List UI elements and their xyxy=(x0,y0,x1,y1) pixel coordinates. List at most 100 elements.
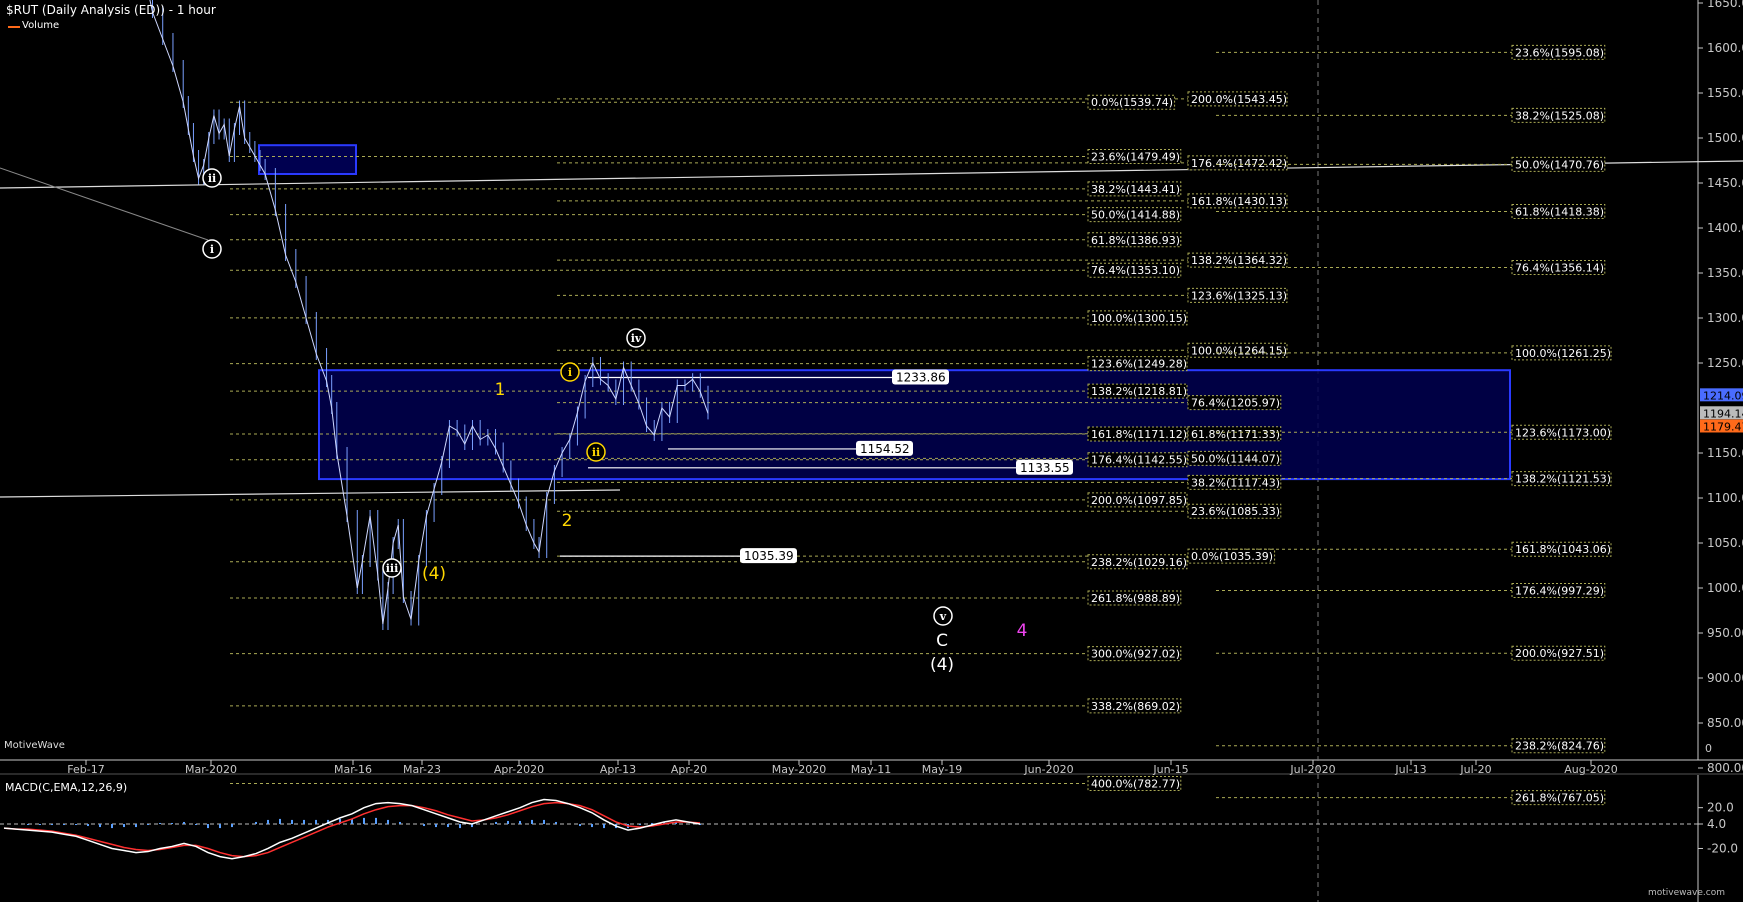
fib-level-label: 123.6%(1325.13) xyxy=(1191,289,1287,302)
x-axis-tick-label: May-2020 xyxy=(772,763,827,776)
y-axis-tick-label: 1100.00 xyxy=(1707,491,1743,505)
fib-level-label: 38.2%(1443.41) xyxy=(1091,183,1180,196)
y-axis-tick-label: 1050.00 xyxy=(1707,536,1743,550)
wave-label: iv xyxy=(631,332,642,345)
x-axis-tick-label: Apr-13 xyxy=(600,763,636,776)
fib-level-label: 161.8%(1171.12) xyxy=(1091,428,1187,441)
trend-line-diagonal xyxy=(0,167,209,241)
wave-label: (4) xyxy=(930,655,954,675)
y-axis-tick-label: 950.00 xyxy=(1707,626,1743,640)
x-axis-tick-label: May-19 xyxy=(922,763,963,776)
fib-level-label: 261.8%(767.05) xyxy=(1515,792,1604,805)
x-axis-tick-label: Apr-20 xyxy=(671,763,707,776)
fib-level-label: 338.2%(869.02) xyxy=(1091,700,1180,713)
fib-level-label: 76.4%(1205.97) xyxy=(1191,397,1280,410)
fib-level-label: 161.8%(1430.13) xyxy=(1191,195,1287,208)
wave-label: C xyxy=(936,631,948,651)
x-axis-tick-label: Jun-2020 xyxy=(1023,763,1073,776)
price-marker-label: 1194.14 xyxy=(1703,407,1743,420)
chart-stage: 1950.001850.001800.001750.001700.001650.… xyxy=(0,0,1743,902)
price-line xyxy=(149,0,709,625)
fib-level-label: 176.4%(1142.55) xyxy=(1091,454,1187,467)
y-axis-tick-label: 1350.00 xyxy=(1707,266,1743,280)
y-axis-tick-label: 850.00 xyxy=(1707,716,1743,730)
fib-level-label: 23.6%(1479.49) xyxy=(1091,150,1180,163)
y-axis-tick-label: 1400.00 xyxy=(1707,221,1743,235)
fib-level-label: 76.4%(1353.10) xyxy=(1091,264,1180,277)
wave-label: iii xyxy=(386,562,399,575)
y-axis-tick-label: 1450.00 xyxy=(1707,176,1743,190)
level-callout-label: 1133.55 xyxy=(1020,461,1070,475)
volume-legend-swatch xyxy=(8,26,20,28)
macd-title: MACD(C,EMA,12,26,9) xyxy=(5,781,127,794)
watermark-right: motivewave.com xyxy=(1648,888,1725,898)
fib-level-label: 200.0%(927.51) xyxy=(1515,647,1604,660)
fib-level-label: 61.8%(1418.38) xyxy=(1515,205,1604,218)
fib-level-label: 238.2%(824.76) xyxy=(1515,740,1604,753)
fib-level-label: 50.0%(1144.07) xyxy=(1191,452,1280,465)
wave-label: i xyxy=(210,243,214,256)
y-axis-tick-label: 1650.00 xyxy=(1707,0,1743,10)
x-axis-tick-label: Jul-2020 xyxy=(1289,763,1335,776)
fib-level-label: 238.2%(1029.16) xyxy=(1091,556,1187,569)
x-axis-tick-label: Apr-2020 xyxy=(494,763,544,776)
fib-level-label: 61.8%(1171.33) xyxy=(1191,428,1280,441)
macd-y-tick-label: 20.0 xyxy=(1707,801,1734,815)
fib-level-label: 23.6%(1085.33) xyxy=(1191,505,1280,518)
fib-level-label: 176.4%(1472.42) xyxy=(1191,157,1287,170)
fib-level-label: 50.0%(1414.88) xyxy=(1091,209,1180,222)
wave-label: 1 xyxy=(495,380,506,400)
fib-level-label: 300.0%(927.02) xyxy=(1091,648,1180,661)
y-axis-tick-label: 1300.00 xyxy=(1707,311,1743,325)
volume-legend-label: Volume xyxy=(22,20,60,31)
x-axis-tick-label: Jul-20 xyxy=(1459,763,1491,776)
y-axis-tick-label: 1250.00 xyxy=(1707,356,1743,370)
price-marker-label: 1179.47 xyxy=(1703,420,1743,433)
y-axis-tick-label: 1150.00 xyxy=(1707,446,1743,460)
fib-level-label: 200.0%(1097.85) xyxy=(1091,494,1187,507)
fib-level-label: 50.0%(1470.76) xyxy=(1515,158,1604,171)
level-callout-label: 1035.39 xyxy=(744,549,794,563)
x-axis-tick-label: Jul-13 xyxy=(1394,763,1426,776)
fib-level-label: 38.2%(1525.08) xyxy=(1515,109,1604,122)
volume-legend: Volume xyxy=(6,20,59,31)
macd-y-tick-label: -20.0 xyxy=(1707,841,1738,855)
fib-level-label: 76.4%(1356.14) xyxy=(1515,261,1604,274)
fib-level-label: 100.0%(1300.15) xyxy=(1091,312,1187,325)
x-axis-tick-label: May-11 xyxy=(851,763,892,776)
y-axis-tick-label: 1000.00 xyxy=(1707,581,1743,595)
price-marker-label: 1214.09 xyxy=(1703,389,1743,402)
fib-level-label: 138.2%(1364.32) xyxy=(1191,254,1287,267)
fib-level-label: 161.8%(1043.06) xyxy=(1515,543,1611,556)
wave-label: ii xyxy=(592,446,600,459)
wave-label: ii xyxy=(208,172,216,185)
fib-level-label: 0.0%(1539.74) xyxy=(1091,96,1173,109)
macd-signal-line xyxy=(3,801,701,858)
macd-y-tick-label: 4.0 xyxy=(1707,817,1726,831)
wave-label: 2 xyxy=(562,511,573,531)
macd-line xyxy=(3,798,701,860)
chart-canvas[interactable]: 1950.001850.001800.001750.001700.001650.… xyxy=(0,0,1743,902)
x-axis-tick-label: Mar-23 xyxy=(403,763,441,776)
wave-label: v xyxy=(939,610,947,623)
fib-level-label: 0.0%(1035.39) xyxy=(1191,550,1273,563)
fib-level-label: 61.8%(1386.93) xyxy=(1091,234,1180,247)
y-axis-bottom-label: 0 xyxy=(1705,742,1712,755)
fib-level-label: 138.2%(1121.53) xyxy=(1515,473,1611,486)
y-axis-tick-label: 1550.00 xyxy=(1707,86,1743,100)
y-axis-tick-label: 1500.00 xyxy=(1707,131,1743,145)
fib-level-label: 100.0%(1264.15) xyxy=(1191,344,1287,357)
fib-level-label: 200.0%(1543.45) xyxy=(1191,93,1287,106)
fib-level-label: 123.6%(1173.00) xyxy=(1515,426,1611,439)
level-callout-label: 1154.52 xyxy=(860,442,910,456)
y-axis-tick-label: 1600.00 xyxy=(1707,41,1743,55)
fib-level-label: 23.6%(1595.08) xyxy=(1515,46,1604,59)
trend-line-lower xyxy=(0,489,621,498)
watermark-left: MotiveWave xyxy=(4,740,65,751)
fib-level-label: 176.4%(997.29) xyxy=(1515,584,1604,597)
wave-label: (4) xyxy=(422,564,446,584)
fib-level-label: 400.0%(782.77) xyxy=(1091,778,1180,791)
level-callout-label: 1233.86 xyxy=(896,371,946,385)
chart-title: $RUT (Daily Analysis (ED)) - 1 hour xyxy=(6,3,216,17)
wave-label: 4 xyxy=(1017,621,1028,641)
